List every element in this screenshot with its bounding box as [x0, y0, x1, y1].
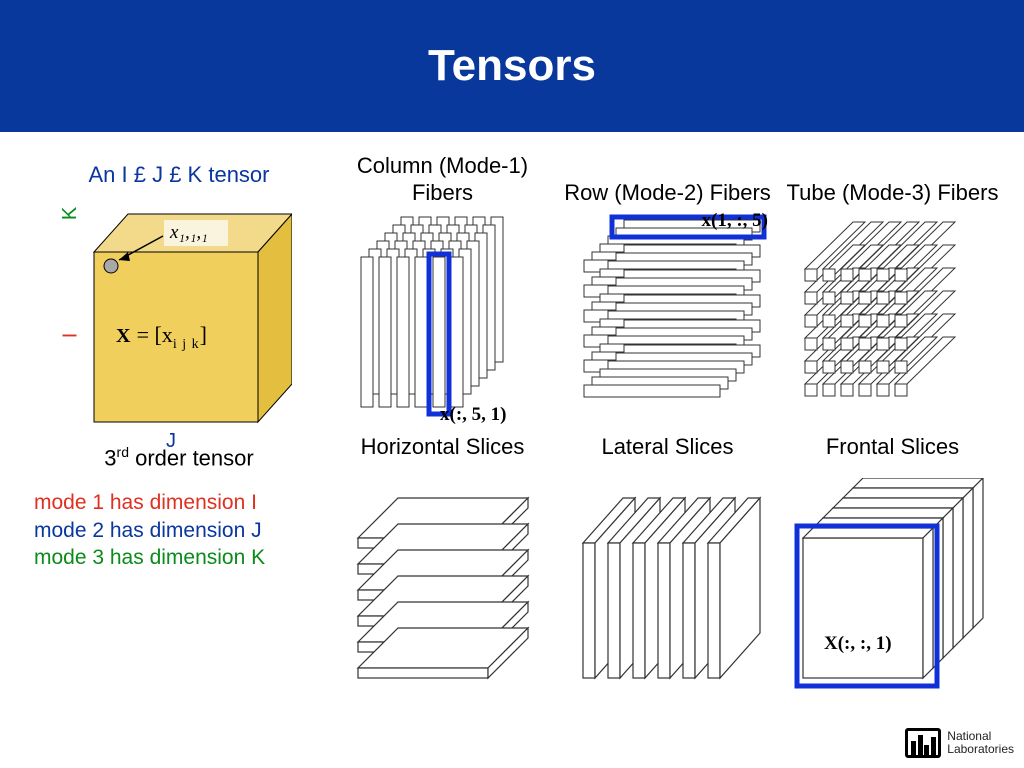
mode-2-text: mode 2 has dimension J: [34, 517, 324, 544]
lateral-slices-cell: Lateral Slices: [555, 428, 780, 705]
column-fibers-figure: x(:, 5, 1): [330, 210, 555, 428]
mode-1-text: mode 1 has dimension I: [34, 489, 324, 516]
column-fibers-label: Column (Mode-1) Fibers: [330, 152, 555, 210]
mode-dimensions: mode 1 has dimension I mode 2 has dimens…: [34, 489, 324, 571]
column-fibers-annotation: x(:, 5, 1): [440, 404, 506, 426]
frontal-slices-cell: Frontal Slices X(:, :, 1): [780, 428, 1005, 705]
column-fibers-cell: Column (Mode-1) Fibers: [330, 152, 555, 428]
slide-title: Tensors: [428, 41, 596, 91]
horizontal-slices-cell: Horizontal Slices: [330, 428, 555, 705]
left-column: An I £ J £ K tensor K I J: [34, 162, 324, 571]
frontal-slices-label: Frontal Slices: [780, 428, 1005, 470]
tensor-equation: X = [xi j k]: [116, 322, 207, 348]
horizontal-slices-figure: [330, 470, 555, 705]
axis-k: K: [59, 207, 82, 220]
slices-row: Horizontal Slices: [330, 428, 1010, 705]
axis-j: J: [166, 430, 176, 453]
frontal-slices-annotation: X(:, :, 1): [824, 633, 892, 655]
logo-text: National Laboratories: [947, 730, 1014, 755]
title-bar: Tensors: [0, 0, 1024, 132]
axis-i: I: [59, 333, 82, 339]
tube-fibers-cell: Tube (Mode-3) Fibers: [780, 152, 1005, 428]
row-fibers-figure: x(1, :, 5): [555, 210, 780, 428]
tube-fibers-figure: [780, 210, 1005, 428]
diagram-grid: Column (Mode-1) Fibers: [330, 152, 1010, 705]
tensor-cube-figure: K I J x₁,₁,₁ X = [xi j k]: [66, 194, 292, 434]
horizontal-slices-label: Horizontal Slices: [330, 428, 555, 470]
row-fibers-label: Row (Mode-2) Fibers: [555, 152, 780, 210]
tensor-heading: An I £ J £ K tensor: [34, 162, 324, 188]
lateral-slices-label: Lateral Slices: [555, 428, 780, 470]
row-fibers-cell: Row (Mode-2) Fibers x(1, :, 5): [555, 152, 780, 428]
lateral-slices-figure: [555, 470, 780, 705]
logo-icon: [905, 728, 941, 758]
frontal-slices-figure: X(:, :, 1): [780, 470, 1005, 705]
fibers-row: Column (Mode-1) Fibers: [330, 152, 1010, 428]
national-labs-logo: National Laboratories: [905, 728, 1014, 758]
order-text: 3rd order tensor: [34, 444, 324, 471]
tube-fibers-label: Tube (Mode-3) Fibers: [780, 152, 1005, 210]
content-area: An I £ J £ K tensor K I J: [0, 132, 1024, 768]
row-fibers-annotation: x(1, :, 5): [702, 210, 768, 232]
mode-3-text: mode 3 has dimension K: [34, 544, 324, 571]
corner-math: x₁,₁,₁: [170, 222, 208, 244]
